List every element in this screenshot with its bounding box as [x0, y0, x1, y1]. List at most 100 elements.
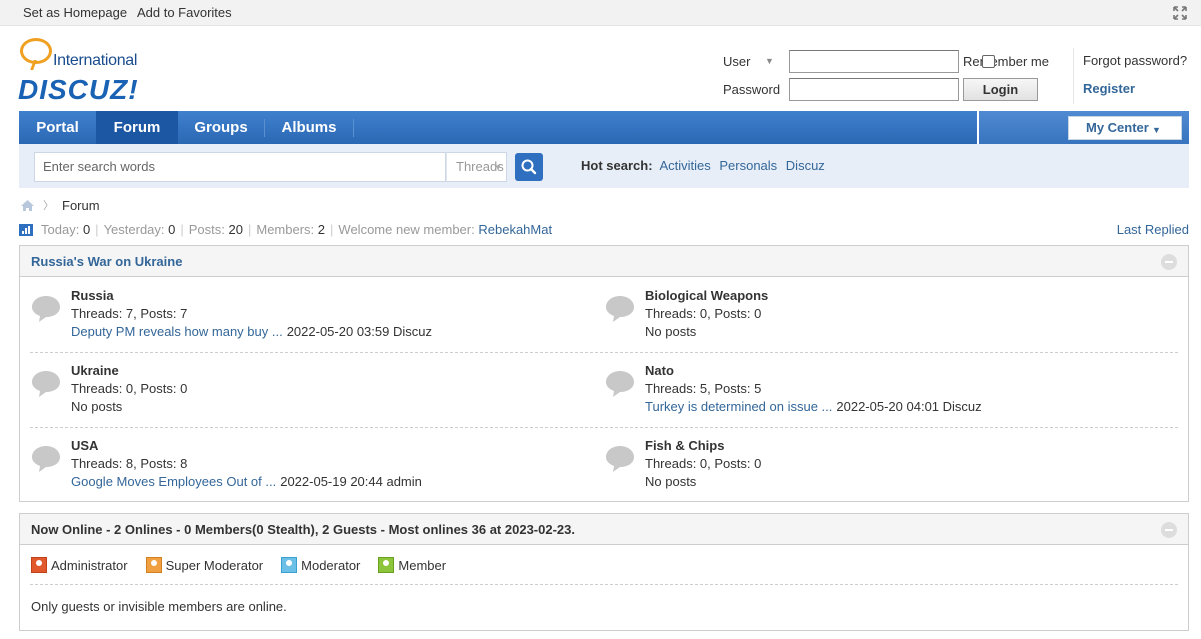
my-center-button[interactable]: My Center ▼ — [1068, 116, 1182, 140]
legend-label: Super Moderator — [165, 557, 264, 573]
forum-name[interactable]: Ukraine — [71, 363, 119, 378]
forum-last-post: No posts — [71, 399, 122, 414]
register-link[interactable]: Register — [1083, 81, 1135, 96]
last-post-link[interactable]: Deputy PM reveals how many buy ... — [71, 324, 283, 339]
top-links: Set as Homepage Add to Favorites — [23, 5, 239, 20]
online-box: Now Online - 2 Onlines - 0 Members(0 Ste… — [19, 513, 1189, 631]
last-post-meta: No posts — [71, 399, 123, 414]
last-post-meta: No posts — [645, 474, 697, 489]
home-icon[interactable] — [20, 199, 35, 212]
legend-moderator: Moderator — [281, 557, 360, 573]
forum-name[interactable]: Biological Weapons — [645, 288, 768, 303]
password-field[interactable] — [789, 78, 959, 101]
forum-name[interactable]: Nato — [645, 363, 674, 378]
posts-count: 20 — [228, 222, 243, 237]
remember-me-label: Remember me — [963, 54, 1049, 69]
last-post-link[interactable]: Google Moves Employees Out of ... — [71, 474, 276, 489]
category-box: Russia's War on Ukraine Russia Threads: … — [19, 245, 1189, 502]
forum-last-post: Turkey is determined on issue ... 2022-05… — [645, 399, 982, 414]
forum-last-post: Google Moves Employees Out of ... 2022-05… — [71, 474, 422, 489]
forum-item: Russia Threads: 7, Posts: 7 Deputy PM re… — [20, 288, 580, 358]
logo-brand-text: DISCUZ! — [18, 74, 139, 105]
username-field[interactable] — [789, 50, 959, 73]
category-header: Russia's War on Ukraine — [20, 246, 1188, 277]
new-member-link[interactable]: RebekahMat — [478, 222, 552, 237]
breadcrumb-current: Forum — [62, 197, 100, 213]
site-logo[interactable]: International DISCUZ! — [18, 38, 153, 105]
last-post-meta: No posts — [645, 324, 697, 339]
forum-item: Nato Threads: 5, Posts: 5 Turkey is dete… — [594, 363, 1154, 433]
forum-name[interactable]: Russia — [71, 288, 114, 303]
forum-name[interactable]: Fish & Chips — [645, 438, 724, 453]
posts-label: Posts: — [188, 222, 225, 237]
forum-stats-line: Threads: 0, Posts: 0 — [645, 456, 762, 471]
collapse-icon[interactable] — [1161, 254, 1177, 270]
user-group-legend: Administrator Super Moderator Moderator … — [31, 557, 464, 573]
nav-forum[interactable]: Forum — [96, 111, 178, 144]
hot-term-personals[interactable]: Personals — [719, 158, 777, 173]
forum-stats-line: Threads: 7, Posts: 7 — [71, 306, 188, 321]
forum-item: Biological Weapons Threads: 0, Posts: 0 … — [594, 288, 1154, 358]
legend-member: Member — [378, 557, 446, 573]
forum-item: USA Threads: 8, Posts: 8 Google Moves Em… — [20, 438, 580, 508]
super-moderator-icon — [145, 557, 162, 573]
row-divider — [30, 427, 1178, 428]
login-button[interactable]: Login — [963, 78, 1038, 101]
chevron-down-icon: ▼ — [494, 163, 502, 172]
hot-search: Hot search: Activities Personals Discuz — [581, 158, 830, 173]
last-post-meta: 2022-05-20 03:59 Discuz — [286, 324, 432, 339]
yesterday-count: 0 — [168, 222, 176, 237]
logo-intl-text: International — [53, 52, 138, 69]
online-divider — [30, 584, 1178, 585]
legend-super-moderator: Super Moderator — [145, 557, 264, 573]
stats-chart-icon — [19, 224, 33, 236]
fullscreen-icon[interactable] — [1172, 5, 1188, 21]
breadcrumb: 〉 Forum — [20, 197, 100, 213]
category-title[interactable]: Russia's War on Ukraine — [31, 254, 182, 269]
login-form: User ▼ Password Remember me Login Forgot… — [715, 48, 1195, 108]
search-input[interactable]: Enter search words — [34, 152, 446, 182]
legend-administrator: Administrator — [31, 557, 128, 573]
forum-stats-line: Threads: 0, Posts: 0 — [71, 381, 188, 396]
top-bar: Set as Homepage Add to Favorites — [0, 0, 1201, 26]
forum-item: Ukraine Threads: 0, Posts: 0 No posts — [20, 363, 580, 433]
forum-stats: Today: 0 | Yesterday: 0 | Posts: 20 | Members:… — [19, 222, 1189, 238]
search-button[interactable] — [515, 153, 543, 181]
collapse-icon[interactable] — [1161, 522, 1177, 538]
search-type-select[interactable]: Threads ▼ — [446, 152, 507, 182]
legend-label: Moderator — [301, 557, 361, 573]
last-post-meta: 2022-05-20 04:01 Discuz — [836, 399, 982, 414]
user-type-dropdown-icon[interactable]: ▼ — [765, 56, 774, 66]
hot-term-activities[interactable]: Activities — [659, 158, 710, 173]
nav-groups[interactable]: Groups — [178, 111, 264, 144]
last-replied-link[interactable]: Last Replied — [1117, 222, 1189, 237]
forum-item: Fish & Chips Threads: 0, Posts: 0 No pos… — [594, 438, 1154, 508]
administrator-icon — [31, 557, 47, 573]
forum-stats-line: Threads: 0, Posts: 0 — [645, 306, 762, 321]
remember-me-checkbox[interactable]: Remember me — [963, 54, 1049, 69]
last-post-link[interactable]: Turkey is determined on issue ... — [645, 399, 832, 414]
welcome-label: Welcome new member: — [338, 222, 475, 237]
nav-portal[interactable]: Portal — [19, 111, 96, 144]
last-post-meta: 2022-05-19 20:44 admin — [280, 474, 422, 489]
set-homepage-link[interactable]: Set as Homepage — [23, 5, 127, 20]
forum-bubble-icon — [32, 296, 60, 322]
stats-text: Today: 0 | Yesterday: 0 | Posts: 20 | Members:… — [41, 222, 553, 237]
user-label[interactable]: User — [723, 54, 750, 69]
hot-term-discuz[interactable]: Discuz — [786, 158, 825, 173]
forum-bubble-icon — [32, 446, 60, 472]
online-title[interactable]: Now Online - 2 Onlines - 0 Members(0 Ste… — [31, 522, 575, 537]
today-label: Today: — [41, 222, 80, 237]
add-favorites-link[interactable]: Add to Favorites — [137, 5, 232, 20]
forum-stats-line: Threads: 8, Posts: 8 — [71, 456, 188, 471]
nav-albums[interactable]: Albums — [265, 111, 353, 144]
forum-last-post: Deputy PM reveals how many buy ... 2022-0… — [71, 324, 432, 339]
legend-label: Administrator — [51, 557, 128, 573]
today-count: 0 — [82, 222, 91, 237]
forum-name[interactable]: USA — [71, 438, 98, 453]
checkbox-box[interactable] — [982, 55, 995, 68]
hot-search-label: Hot search: — [581, 158, 653, 173]
forgot-password-link[interactable]: Forgot password? — [1083, 53, 1187, 68]
yesterday-label: Yesterday: — [103, 222, 165, 237]
members-label: Members: — [256, 222, 315, 237]
